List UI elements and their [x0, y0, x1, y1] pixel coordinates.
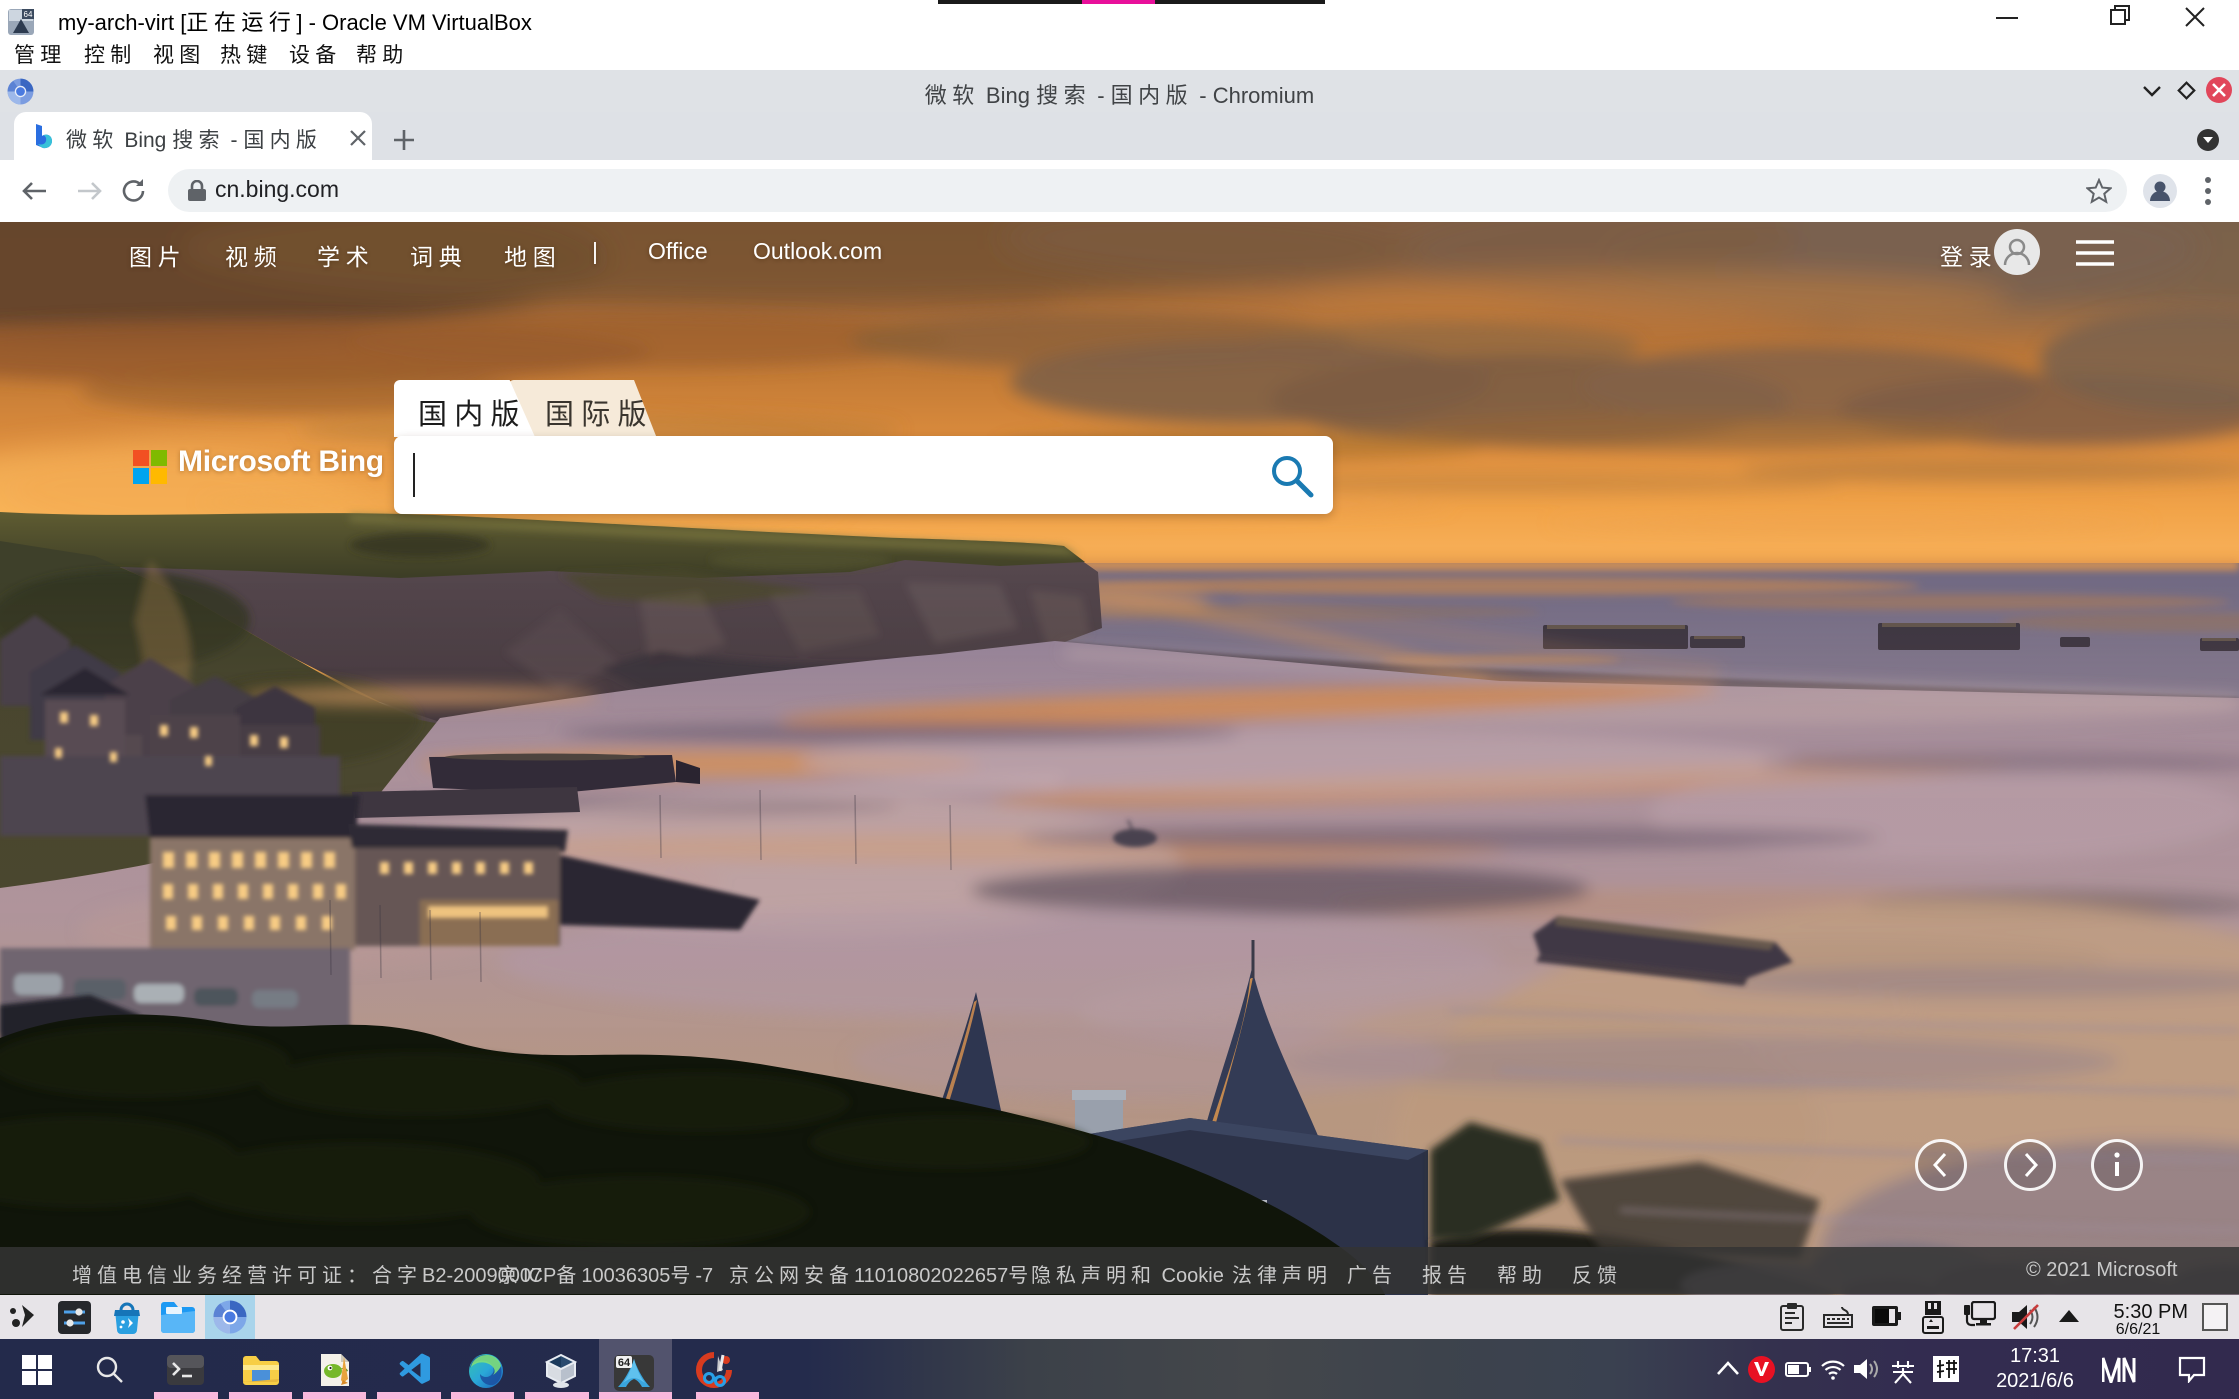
svg-text:64: 64: [618, 1357, 631, 1369]
svg-text:64: 64: [24, 10, 33, 19]
